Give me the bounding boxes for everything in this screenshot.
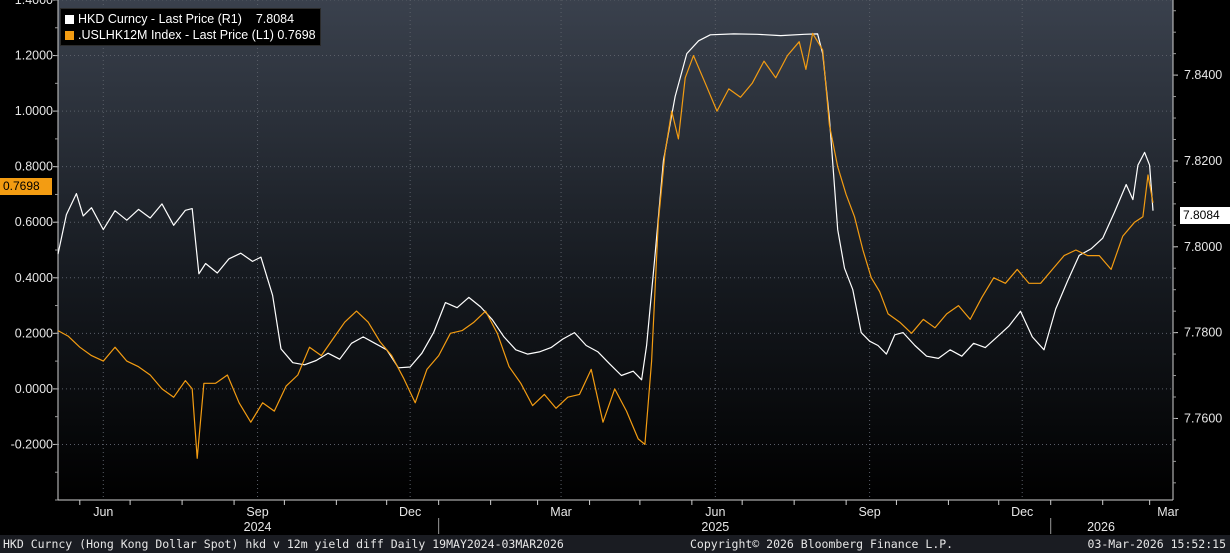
left-tick-label: 0.0000 xyxy=(15,382,53,396)
left-tick-label: 0.6000 xyxy=(15,215,53,229)
right-tick-label: 7.7800 xyxy=(1184,326,1222,340)
last-value-tag-left: 0.7698 xyxy=(0,178,52,195)
x-month-label: Mar xyxy=(1157,505,1179,519)
left-tick-label: -0.2000 xyxy=(11,437,53,451)
right-tick-label: 7.8000 xyxy=(1184,240,1222,254)
x-month-label: Jun xyxy=(705,505,725,519)
x-year-label: 2024 xyxy=(244,520,272,534)
footer-bar: HKD Curncy (Hong Kong Dollar Spot) hkd v… xyxy=(0,535,1230,553)
plot-background xyxy=(58,0,1173,500)
x-month-label: Dec xyxy=(1011,505,1033,519)
x-year-label: 2025 xyxy=(701,520,729,534)
right-tick-label: 7.8400 xyxy=(1184,68,1222,82)
x-month-label: Mar xyxy=(550,505,572,519)
legend-item-uslhk: .USLHK12M Index - Last Price (L1) 0.7698 xyxy=(65,27,316,43)
legend: HKD Curncy - Last Price (R1) 7.8084 .USL… xyxy=(60,8,321,46)
chart-svg: 1.4000 1.2000 1.0000 0.8000 0.6000 0.4000 0.20… xyxy=(11,0,1222,534)
right-tick-label: 7.7600 xyxy=(1184,411,1222,425)
x-year-label: 2026 xyxy=(1087,520,1115,534)
footer-timestamp: 03-Mar-2026 15:52:15 xyxy=(1087,537,1226,551)
legend-label-uslhk: .USLHK12M Index - Last Price (L1) xyxy=(78,28,278,42)
legend-item-hkd: HKD Curncy - Last Price (R1) 7.8084 xyxy=(65,11,316,27)
legend-value-uslhk: 0.7698 xyxy=(277,28,316,42)
left-tick-label: 0.4000 xyxy=(15,271,53,285)
x-month-label: Dec xyxy=(399,505,421,519)
footer-copyright: Copyright© 2026 Bloomberg Finance L.P. xyxy=(690,537,954,551)
footer-description: HKD Curncy (Hong Kong Dollar Spot) hkd v… xyxy=(3,537,564,551)
right-tick-label: 7.8200 xyxy=(1184,154,1222,168)
last-value-tag-right: 7.8084 xyxy=(1180,207,1230,224)
x-month-label: Sep xyxy=(858,505,880,519)
left-tick-label: 0.2000 xyxy=(15,326,53,340)
legend-swatch-uslhk xyxy=(65,30,74,40)
legend-value-hkd: 7.8084 xyxy=(255,12,295,26)
left-tick-label: 1.4000 xyxy=(15,0,53,7)
legend-label-hkd: HKD Curncy - Last Price (R1) xyxy=(78,12,256,26)
left-tick-label: 1.0000 xyxy=(15,104,53,118)
legend-swatch-hkd xyxy=(65,14,74,24)
left-tick-label: 0.8000 xyxy=(15,160,53,174)
x-month-label: Jun xyxy=(93,505,113,519)
left-tick-label: 1.2000 xyxy=(15,49,53,63)
x-month-label: Sep xyxy=(246,505,268,519)
